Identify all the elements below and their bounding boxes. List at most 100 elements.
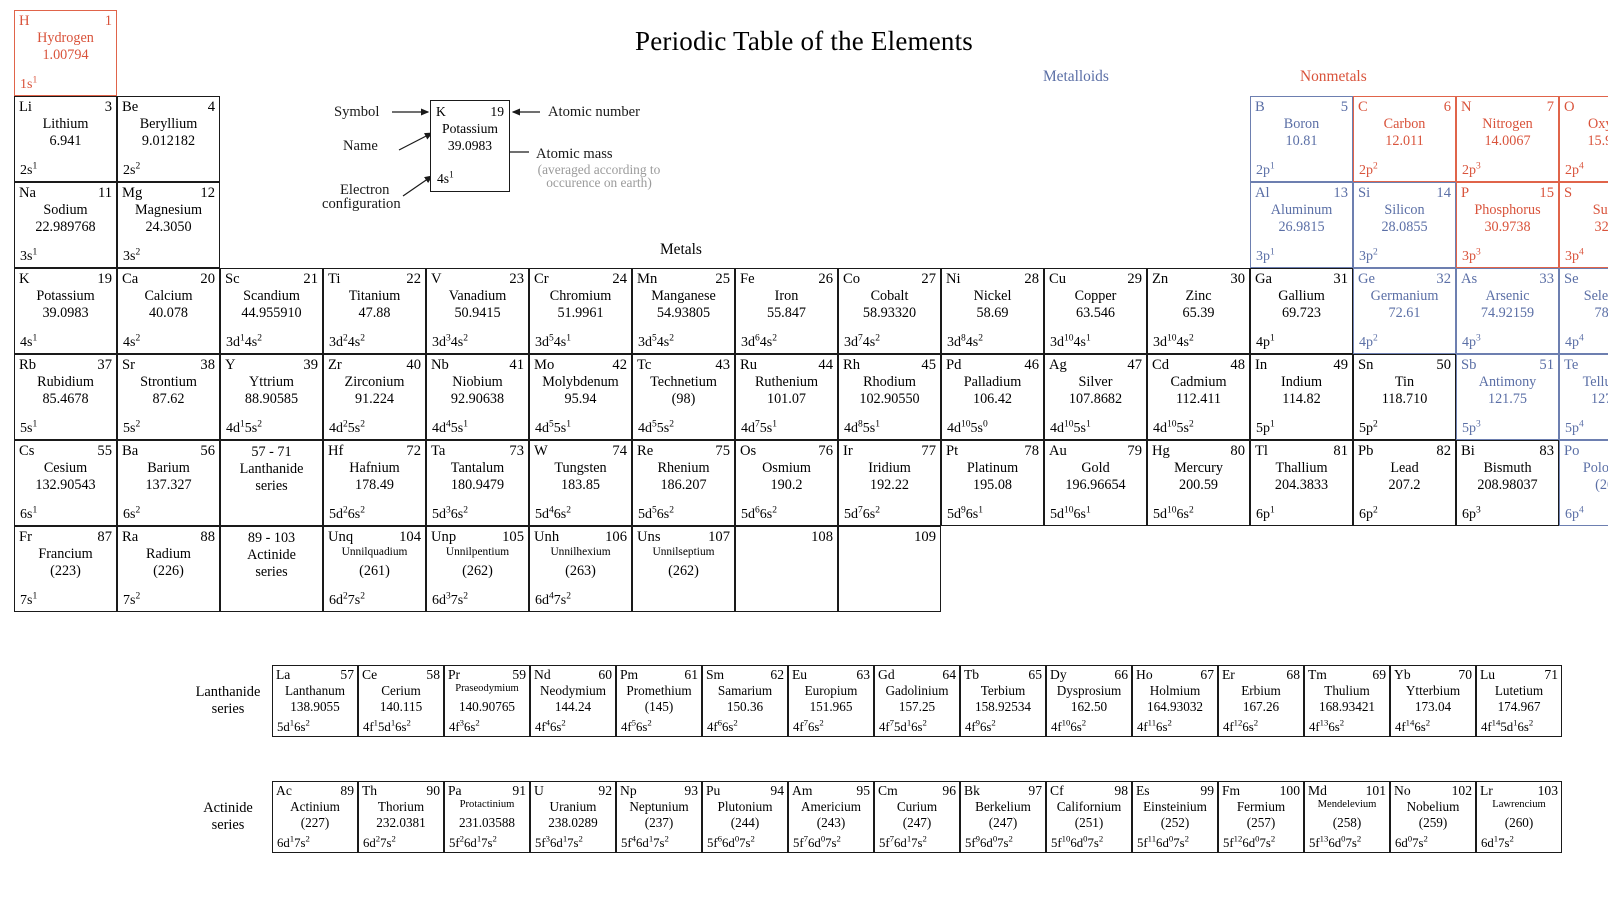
actinide-cell-no[interactable]: No 102 Nobelium (259) 6d07s2 — [1390, 781, 1476, 853]
element-cell-placeholder-108[interactable]: 108 — [735, 526, 838, 612]
element-cell-sn[interactable]: Sn 50 Tin 118.710 5p2 — [1353, 354, 1456, 440]
lanthanide-cell-dy[interactable]: Dy 66 Dysprosium 162.50 4f106s2 — [1046, 665, 1132, 737]
lanthanide-cell-ho[interactable]: Ho 67 Holmium 164.93032 4f116s2 — [1132, 665, 1218, 737]
element-cell-pd[interactable]: Pd 46 Palladium 106.42 4d105s0 — [941, 354, 1044, 440]
element-cell-fe[interactable]: Fe 26 Iron 55.847 3d64s2 — [735, 268, 838, 354]
actinide-cell-am[interactable]: Am 95 Americium (243) 5f76d07s2 — [788, 781, 874, 853]
actinide-cell-cm[interactable]: Cm 96 Curium (247) 5f76d17s2 — [874, 781, 960, 853]
element-cell-tl[interactable]: Tl 81 Thallium 204.3833 6p1 — [1250, 440, 1353, 526]
element-cell-zr[interactable]: Zr 40 Zirconium 91.224 4d25s2 — [323, 354, 426, 440]
element-cell-as[interactable]: As 33 Arsenic 74.92159 4p3 — [1456, 268, 1559, 354]
element-cell-se[interactable]: Se34Selenium78.964p4 — [1559, 268, 1608, 354]
element-cell-mg[interactable]: Mg 12 Magnesium 24.3050 3s2 — [117, 182, 220, 268]
element-cell-v[interactable]: V 23 Vanadium 50.9415 3d34s2 — [426, 268, 529, 354]
element-cell-sc[interactable]: Sc 21 Scandium 44.955910 3d14s2 — [220, 268, 323, 354]
element-cell-al[interactable]: Al 13 Aluminum 26.9815 3p1 — [1250, 182, 1353, 268]
element-cell-b[interactable]: B 5 Boron 10.81 2p1 — [1250, 96, 1353, 182]
element-cell-co[interactable]: Co 27 Cobalt 58.93320 3d74s2 — [838, 268, 941, 354]
actinide-cell-bk[interactable]: Bk 97 Berkelium (247) 5f96d07s2 — [960, 781, 1046, 853]
element-cell-ni[interactable]: Ni 28 Nickel 58.69 3d84s2 — [941, 268, 1044, 354]
element-cell-ra[interactable]: Ra 88 Radium (226) 7s2 — [117, 526, 220, 612]
actinide-cell-np[interactable]: Np 93 Neptunium (237) 5f46d17s2 — [616, 781, 702, 853]
lanthanide-cell-tb[interactable]: Tb 65 Terbium 158.92534 4f96s2 — [960, 665, 1046, 737]
element-cell-tc[interactable]: Tc 43 Technetium (98) 4d55s2 — [632, 354, 735, 440]
element-cell-hg[interactable]: Hg 80 Mercury 200.59 5d106s2 — [1147, 440, 1250, 526]
element-cell-si[interactable]: Si 14 Silicon 28.0855 3p2 — [1353, 182, 1456, 268]
lanthanide-cell-nd[interactable]: Nd 60 Neodymium 144.24 4f46s2 — [530, 665, 616, 737]
lanthanide-cell-er[interactable]: Er 68 Erbium 167.26 4f126s2 — [1218, 665, 1304, 737]
actinide-cell-lr[interactable]: Lr 103 Lawrencium (260) 6d17s2 — [1476, 781, 1562, 853]
element-cell-k[interactable]: K 19 Potassium 39.0983 4s1 — [14, 268, 117, 354]
element-cell-uns[interactable]: Uns 107 Unnilseptium (262) — [632, 526, 735, 612]
element-cell-unq[interactable]: Unq 104 Unnilquadium (261) 6d27s2 — [323, 526, 426, 612]
lanthanide-cell-gd[interactable]: Gd 64 Gadolinium 157.25 4f75d16s2 — [874, 665, 960, 737]
series-reference-cell-lanthanide[interactable]: 57 - 71 Lanthanide series — [220, 440, 323, 526]
actinide-cell-md[interactable]: Md 101 Mendelevium (258) 5f136d07s2 — [1304, 781, 1390, 853]
element-cell-cu[interactable]: Cu 29 Copper 63.546 3d104s1 — [1044, 268, 1147, 354]
series-reference-cell-actinide[interactable]: 89 - 103 Actinide series — [220, 526, 323, 612]
element-cell-w[interactable]: W 74 Tungsten 183.85 5d46s2 — [529, 440, 632, 526]
element-cell-be[interactable]: Be 4 Beryllium 9.012182 2s2 — [117, 96, 220, 182]
element-cell-ge[interactable]: Ge 32 Germanium 72.61 4p2 — [1353, 268, 1456, 354]
element-cell-sb[interactable]: Sb 51 Antimony 121.75 5p3 — [1456, 354, 1559, 440]
element-cell-in[interactable]: In 49 Indium 114.82 5p1 — [1250, 354, 1353, 440]
element-cell-zn[interactable]: Zn 30 Zinc 65.39 3d104s2 — [1147, 268, 1250, 354]
element-cell-fr[interactable]: Fr 87 Francium (223) 7s1 — [14, 526, 117, 612]
element-cell-pt[interactable]: Pt 78 Platinum 195.08 5d96s1 — [941, 440, 1044, 526]
element-cell-sr[interactable]: Sr 38 Strontium 87.62 5s2 — [117, 354, 220, 440]
actinide-cell-pa[interactable]: Pa 91 Protactinium 231.03588 5f26d17s2 — [444, 781, 530, 853]
element-cell-rh[interactable]: Rh 45 Rhodium 102.90550 4d85s1 — [838, 354, 941, 440]
element-cell-au[interactable]: Au 79 Gold 196.96654 5d106s1 — [1044, 440, 1147, 526]
lanthanide-cell-eu[interactable]: Eu 63 Europium 151.965 4f76s2 — [788, 665, 874, 737]
lanthanide-cell-la[interactable]: La 57 Lanthanum 138.9055 5d16s2 — [272, 665, 358, 737]
element-cell-ag[interactable]: Ag 47 Silver 107.8682 4d105s1 — [1044, 354, 1147, 440]
element-cell-re[interactable]: Re 75 Rhenium 186.207 5d56s2 — [632, 440, 735, 526]
element-cell-mn[interactable]: Mn 25 Manganese 54.93805 3d54s2 — [632, 268, 735, 354]
element-cell-mo[interactable]: Mo 42 Molybdenum 95.94 4d55s1 — [529, 354, 632, 440]
element-cell-ta[interactable]: Ta 73 Tantalum 180.9479 5d36s2 — [426, 440, 529, 526]
element-cell-n[interactable]: N 7 Nitrogen 14.0067 2p3 — [1456, 96, 1559, 182]
actinide-cell-fm[interactable]: Fm 100 Fermium (257) 5f126d07s2 — [1218, 781, 1304, 853]
element-cell-os[interactable]: Os 76 Osmium 190.2 5d66s2 — [735, 440, 838, 526]
element-cell-rb[interactable]: Rb 37 Rubidium 85.4678 5s1 — [14, 354, 117, 440]
element-cell-bi[interactable]: Bi 83 Bismuth 208.98037 6p3 — [1456, 440, 1559, 526]
element-cell-pb[interactable]: Pb 82 Lead 207.2 6p2 — [1353, 440, 1456, 526]
element-cell-cs[interactable]: Cs 55 Cesium 132.90543 6s1 — [14, 440, 117, 526]
element-cell-nb[interactable]: Nb 41 Niobium 92.90638 4d45s1 — [426, 354, 529, 440]
element-cell-p[interactable]: P 15 Phosphorus 30.9738 3p3 — [1456, 182, 1559, 268]
actinide-cell-pu[interactable]: Pu 94 Plutonium (244) 5f66d07s2 — [702, 781, 788, 853]
element-cell-cr[interactable]: Cr 24 Chromium 51.9961 3d54s1 — [529, 268, 632, 354]
lanthanide-cell-ce[interactable]: Ce 58 Cerium 140.115 4f15d16s2 — [358, 665, 444, 737]
element-cell-na[interactable]: Na 11 Sodium 22.989768 3s1 — [14, 182, 117, 268]
element-cell-hf[interactable]: Hf 72 Hafnium 178.49 5d26s2 — [323, 440, 426, 526]
lanthanide-cell-pm[interactable]: Pm 61 Promethium (145) 4f56s2 — [616, 665, 702, 737]
lanthanide-cell-sm[interactable]: Sm 62 Samarium 150.36 4f66s2 — [702, 665, 788, 737]
lanthanide-cell-yb[interactable]: Yb 70 Ytterbium 173.04 4f146s2 — [1390, 665, 1476, 737]
actinide-cell-cf[interactable]: Cf 98 Californium (251) 5f106d07s2 — [1046, 781, 1132, 853]
actinide-cell-u[interactable]: U 92 Uranium 238.0289 5f36d17s2 — [530, 781, 616, 853]
element-cell-ba[interactable]: Ba 56 Barium 137.327 6s2 — [117, 440, 220, 526]
actinide-cell-es[interactable]: Es 99 Einsteinium (252) 5f116d07s2 — [1132, 781, 1218, 853]
actinide-cell-th[interactable]: Th 90 Thorium 232.0381 6d27s2 — [358, 781, 444, 853]
element-cell-h[interactable]: H 1 Hydrogen 1.00794 1s1 — [14, 10, 117, 96]
element-cell-ir[interactable]: Ir 77 Iridium 192.22 5d76s2 — [838, 440, 941, 526]
lanthanide-cell-tm[interactable]: Tm 69 Thulium 168.93421 4f136s2 — [1304, 665, 1390, 737]
element-cell-s[interactable]: S16Sulfur32.063p4 — [1559, 182, 1608, 268]
actinide-cell-ac[interactable]: Ac 89 Actinium (227) 6d17s2 — [272, 781, 358, 853]
element-cell-unp[interactable]: Unp 105 Unnilpentium (262) 6d37s2 — [426, 526, 529, 612]
lanthanide-cell-pr[interactable]: Pr 59 Praseodymium 140.90765 4f36s2 — [444, 665, 530, 737]
element-cell-li[interactable]: Li 3 Lithium 6.941 2s1 — [14, 96, 117, 182]
element-cell-te[interactable]: Te52Tellurium127.605p4 — [1559, 354, 1608, 440]
element-cell-ga[interactable]: Ga 31 Gallium 69.723 4p1 — [1250, 268, 1353, 354]
element-cell-ru[interactable]: Ru 44 Ruthenium 101.07 4d75s1 — [735, 354, 838, 440]
element-cell-c[interactable]: C 6 Carbon 12.011 2p2 — [1353, 96, 1456, 182]
element-cell-o[interactable]: O8Oxygen15.99942p4 — [1559, 96, 1608, 182]
element-cell-placeholder-109[interactable]: 109 — [838, 526, 941, 612]
element-cell-ti[interactable]: Ti 22 Titanium 47.88 3d24s2 — [323, 268, 426, 354]
element-cell-po[interactable]: Po84Polonium(209)6p4 — [1559, 440, 1608, 526]
element-cell-ca[interactable]: Ca 20 Calcium 40.078 4s2 — [117, 268, 220, 354]
element-cell-cd[interactable]: Cd 48 Cadmium 112.411 4d105s2 — [1147, 354, 1250, 440]
lanthanide-cell-lu[interactable]: Lu 71 Lutetium 174.967 4f145d16s2 — [1476, 665, 1562, 737]
element-cell-y[interactable]: Y 39 Yttrium 88.90585 4d15s2 — [220, 354, 323, 440]
element-cell-unh[interactable]: Unh 106 Unnilhexium (263) 6d47s2 — [529, 526, 632, 612]
